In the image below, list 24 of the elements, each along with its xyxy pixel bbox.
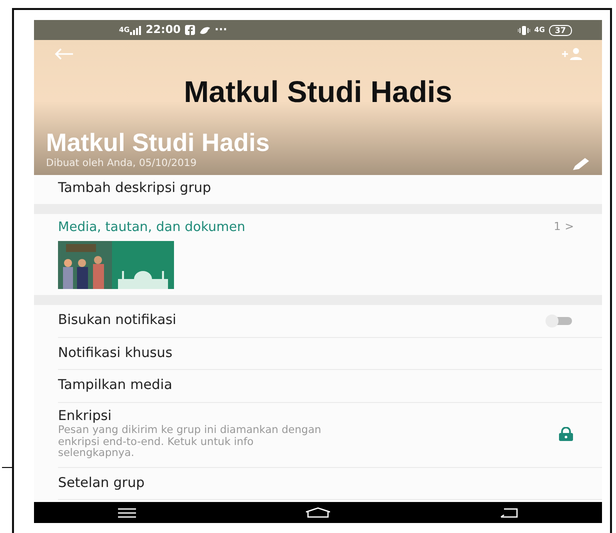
media-section-link[interactable]: Media, tautan, dan dokumen [58, 218, 246, 238]
edit-pencil-icon[interactable] [572, 157, 590, 171]
setting-label[interactable]: Enkripsi [58, 408, 558, 426]
vibrate-icon [518, 26, 530, 34]
banner-title: Matkul Studi Hadis [182, 76, 454, 109]
setting-label[interactable]: Setelan grup [58, 474, 574, 492]
status-time: 22:00 [146, 22, 181, 38]
setting-label[interactable]: Tampilkan media [58, 377, 574, 395]
setting-description: Pesan yang dikirim ke grup ini diamankan dengan enkripsi end-to-end. Ketuk untuk info selengkapnya. [58, 425, 322, 460]
media-count: 1 [554, 219, 561, 236]
menu-icon[interactable] [118, 508, 136, 518]
setting-label[interactable]: Notifikasi khusus [58, 344, 574, 362]
back-icon[interactable] [500, 508, 518, 518]
toggle-switch[interactable] [544, 314, 574, 328]
add-description-item[interactable]: Tambah deskripsi grup [34, 175, 602, 204]
more-indicator: ··· [214, 22, 228, 38]
facebook-icon [184, 25, 195, 35]
battery-indicator: 37 [548, 24, 572, 36]
signal-icon [130, 26, 142, 34]
setting-label[interactable]: Bisukan notifikasi [58, 312, 544, 330]
group-name: Matkul Studi Hadis [46, 130, 271, 156]
created-info: Dibuat oleh Anda, 05/10/2019 [46, 157, 198, 171]
home-icon[interactable] [304, 507, 331, 518]
lock-icon [558, 426, 574, 441]
